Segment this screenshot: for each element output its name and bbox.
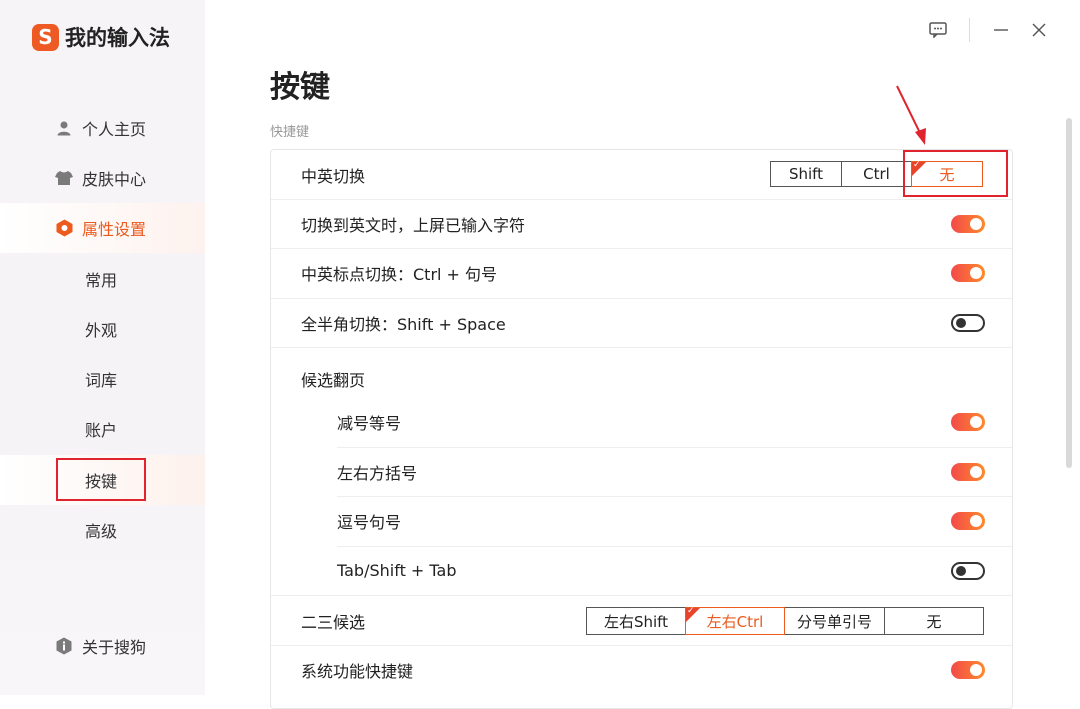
row-label: 候选翻页 xyxy=(301,370,366,390)
app-logo: S 我的输入法 xyxy=(32,22,170,52)
row-paging-header: 候选翻页 xyxy=(271,354,1012,403)
row-cn-en-switch: 中英切换 Shift Ctrl ✓ 无 xyxy=(271,150,1012,199)
sidebar: S 我的输入法 个人主页 皮肤中心 属性设置 常用 外观 词库 账户 按键 高级… xyxy=(0,0,205,695)
row-commit-on-switch: 切换到英文时，上屏已输入字符 xyxy=(271,199,1012,248)
window-controls-divider xyxy=(969,18,970,42)
row-punct-switch: 中英标点切换：Ctrl + 句号 xyxy=(271,248,1012,297)
row-label: 中英切换 xyxy=(301,166,366,186)
row-label: 切换到英文时，上屏已输入字符 xyxy=(301,215,526,235)
row-second-third: 二三候选 左右Shift ✓ 左右Ctrl 分号单引号 无 xyxy=(271,596,1012,645)
section-label: 快捷键 xyxy=(270,125,310,140)
brackets-toggle[interactable] xyxy=(951,462,985,481)
row-label: 系统功能快捷键 xyxy=(301,661,414,681)
option-none[interactable]: 无 xyxy=(884,607,984,635)
comma-period-toggle[interactable] xyxy=(951,511,985,530)
sidebar-item-label: 个人主页 xyxy=(82,120,147,139)
annotation-highlight-box xyxy=(903,150,1008,197)
second-third-segmented: 左右Shift ✓ 左右Ctrl 分号单引号 无 xyxy=(586,606,984,635)
row-label: 二三候选 xyxy=(301,612,366,632)
option-ctrl[interactable]: Ctrl xyxy=(841,161,911,187)
punct-switch-toggle[interactable] xyxy=(951,263,985,282)
sidebar-item-label: 皮肤中心 xyxy=(82,170,147,189)
sidebar-sub-dictionary[interactable]: 词库 xyxy=(56,359,146,399)
shortcut-panel: 中英切换 Shift Ctrl ✓ 无 切换到英文时，上屏已输入字符 中英标点切… xyxy=(270,149,1013,709)
sidebar-sub-general[interactable]: 常用 xyxy=(56,259,146,299)
sidebar-sub-keys[interactable]: 按键 xyxy=(56,458,146,501)
sidebar-item-profile[interactable]: 个人主页 xyxy=(0,103,205,153)
option-shift[interactable]: Shift xyxy=(770,161,841,187)
row-label: 全半角切换：Shift + Space xyxy=(301,314,506,334)
sidebar-item-label: 属性设置 xyxy=(82,220,147,239)
row-system-shortcuts: 系统功能快捷键 xyxy=(271,645,1012,694)
sogou-logo-icon: S xyxy=(32,23,59,51)
sidebar-sub-advanced[interactable]: 高级 xyxy=(56,510,146,550)
vertical-scrollbar[interactable] xyxy=(1066,118,1072,468)
tab-shift-tab-toggle[interactable] xyxy=(951,561,985,580)
check-icon: ✓ xyxy=(687,606,695,616)
row-label: 减号等号 xyxy=(337,413,402,433)
minus-equal-toggle[interactable] xyxy=(951,412,985,431)
page-title: 按键 xyxy=(270,70,330,105)
row-comma-period: 逗号句号 xyxy=(271,496,1012,545)
window-controls xyxy=(919,18,1058,42)
commit-on-switch-toggle[interactable] xyxy=(951,214,985,233)
sidebar-item-skins[interactable]: 皮肤中心 xyxy=(0,153,205,203)
option-left-right-ctrl-selected[interactable]: ✓ 左右Ctrl xyxy=(685,606,785,635)
option-left-right-shift[interactable]: 左右Shift xyxy=(586,607,685,635)
minimize-icon[interactable] xyxy=(982,18,1020,42)
sidebar-item-about[interactable]: 关于搜狗 xyxy=(0,621,205,671)
row-label: 逗号句号 xyxy=(337,512,402,532)
shirt-icon xyxy=(54,170,74,186)
sidebar-item-label: 关于搜狗 xyxy=(82,638,147,657)
option-label: 左右Ctrl xyxy=(706,612,764,631)
row-tab-shift-tab: Tab/Shift + Tab xyxy=(271,546,1012,595)
row-fullhalf-switch: 全半角切换：Shift + Space xyxy=(271,298,1012,347)
close-icon[interactable] xyxy=(1020,18,1058,42)
sidebar-item-settings[interactable]: 属性设置 xyxy=(0,203,205,253)
sidebar-sub-appearance[interactable]: 外观 xyxy=(56,309,146,349)
row-label: Tab/Shift + Tab xyxy=(337,561,457,580)
row-label: 左右方括号 xyxy=(337,463,418,483)
user-icon xyxy=(54,120,74,136)
system-shortcuts-toggle[interactable] xyxy=(951,660,985,679)
row-brackets: 左右方括号 xyxy=(271,447,1012,496)
info-shield-icon xyxy=(54,637,74,655)
app-title: 我的输入法 xyxy=(65,26,170,50)
row-minus-equal: 减号等号 xyxy=(271,397,1012,446)
fullhalf-switch-toggle[interactable] xyxy=(951,313,985,332)
sidebar-sub-account[interactable]: 账户 xyxy=(56,409,146,449)
row-divider xyxy=(271,347,1012,348)
option-semicolon-quote[interactable]: 分号单引号 xyxy=(785,607,884,635)
feedback-icon[interactable] xyxy=(919,18,957,42)
hexagon-settings-icon xyxy=(54,219,74,237)
row-label: 中英标点切换：Ctrl + 句号 xyxy=(301,264,498,284)
